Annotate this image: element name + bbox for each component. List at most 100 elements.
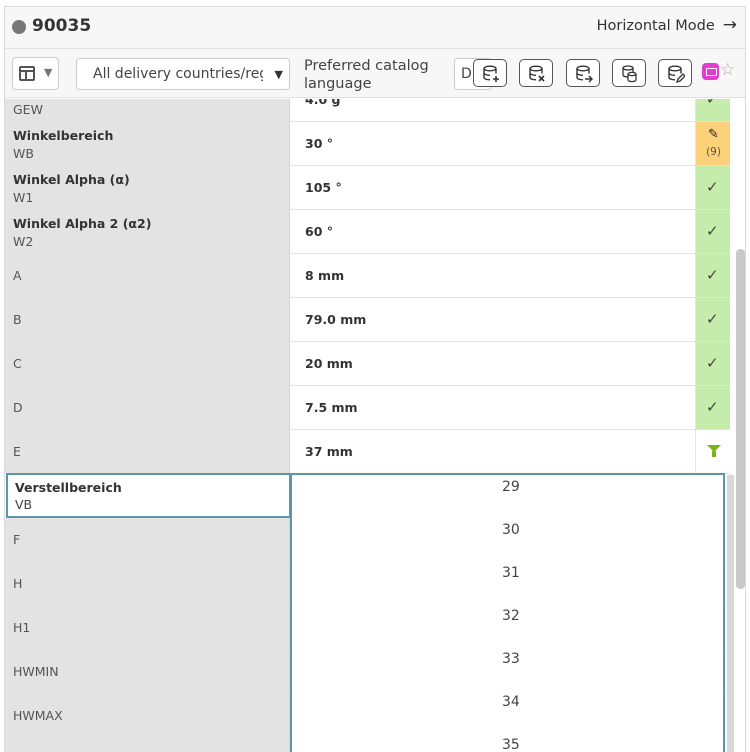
attribute-value: 30 °	[305, 136, 333, 151]
attribute-value-cell[interactable]: 60 °	[290, 210, 695, 253]
database-export-icon	[576, 65, 593, 83]
attribute-name-cell: F	[5, 518, 290, 561]
status-cell: ✓	[695, 210, 730, 253]
table-row[interactable]: Winkelbereich WB 30 ° ✎ (9)	[5, 122, 730, 166]
column-view-select[interactable]: ▼	[12, 57, 59, 90]
attribute-name-cell: HWMIN	[5, 650, 290, 693]
attribute-name-cell: E	[5, 430, 290, 473]
table-row[interactable]: A 8 mm ✓	[5, 254, 730, 298]
database-copy-button[interactable]	[612, 59, 646, 87]
dropdown-option[interactable]: 30	[292, 518, 723, 561]
attribute-value-cell[interactable]: 8 mm	[290, 254, 695, 297]
status-cell[interactable]: ✎ (9)	[695, 122, 730, 165]
attribute-name-cell: D	[5, 386, 290, 429]
attribute-value-cell[interactable]: 37 mm	[290, 430, 695, 473]
table-row[interactable]: D 7.5 mm ✓	[5, 386, 730, 430]
check-icon: ✓	[706, 354, 719, 372]
dropdown-option[interactable]: 34	[292, 690, 723, 733]
option-label: 30	[502, 522, 520, 538]
attribute-value: 4.0 g	[305, 99, 341, 107]
dropdown-option[interactable]: 29	[292, 475, 723, 518]
table-row[interactable]: C 20 mm ✓	[5, 342, 730, 386]
database-remove-button[interactable]	[519, 59, 553, 87]
attribute-name-cell: HWMAX	[5, 694, 290, 737]
database-edit-button[interactable]	[658, 59, 692, 87]
selected-attribute-cell[interactable]: Verstellbereich VB	[6, 473, 291, 518]
dropdown-scrollbar[interactable]	[727, 475, 734, 752]
catalog-badge-icon[interactable]	[702, 63, 719, 80]
check-icon: ✓	[706, 99, 719, 108]
horizontal-mode-link[interactable]: Horizontal Mode →	[597, 17, 737, 34]
table-row[interactable]: Winkel Alpha 2 (α2) W2 60 ° ✓	[5, 210, 730, 254]
star-icon[interactable]: ☆	[720, 60, 735, 80]
attribute-value-cell[interactable]: 4.0 g	[290, 99, 695, 121]
table-row[interactable]: GEW 4.0 g ✓	[5, 99, 730, 122]
value-dropdown-list[interactable]: 29 30 31 32 33 34 35	[290, 473, 725, 752]
database-add-button[interactable]	[473, 59, 507, 87]
status-cell: ✓	[695, 298, 730, 341]
attribute-name: Winkel Alpha 2 (α2)	[13, 216, 152, 231]
attribute-value-cell[interactable]: 7.5 mm	[290, 386, 695, 429]
attribute-name: Winkelbereich	[13, 128, 114, 143]
attribute-value-cell[interactable]: 20 mm	[290, 342, 695, 385]
attribute-code: WB	[13, 146, 34, 161]
table-row[interactable]: B 79.0 mm ✓	[5, 298, 730, 342]
status-cell: ✓	[695, 166, 730, 209]
attribute-code: F	[13, 532, 21, 547]
attribute-value: 8 mm	[305, 268, 345, 283]
attribute-name-cell: B	[5, 298, 290, 341]
status-cell[interactable]	[695, 430, 730, 473]
attribute-value: 20 mm	[305, 356, 353, 371]
delivery-country-select[interactable]: All delivery countries/regi ▼	[76, 58, 290, 90]
attribute-value: 79.0 mm	[305, 312, 367, 327]
status-dot-icon	[12, 20, 26, 34]
attribute-value-cell[interactable]: 79.0 mm	[290, 298, 695, 341]
dropdown-option[interactable]: 35	[292, 733, 723, 752]
database-export-button[interactable]	[566, 59, 600, 87]
database-remove-icon	[529, 65, 545, 82]
status-cell: ✓	[695, 342, 730, 385]
attribute-value-cell[interactable]: 105 °	[290, 166, 695, 209]
attribute-name-cell: GEW	[5, 99, 290, 121]
funnel-icon	[707, 445, 721, 457]
attribute-code: E	[13, 444, 21, 459]
attribute-value-cell[interactable]: 30 °	[290, 122, 695, 165]
attribute-value: 37 mm	[305, 444, 353, 459]
table-row[interactable]: E 37 mm	[5, 430, 730, 474]
article-id: 90035	[32, 16, 92, 36]
toolbar: ▼ All delivery countries/regi ▼ Preferre…	[5, 49, 745, 98]
check-icon: ✓	[706, 222, 719, 240]
check-icon: ✓	[706, 178, 719, 196]
attribute-code: H1	[13, 620, 31, 635]
selected-attribute-code: VB	[15, 497, 33, 512]
attribute-code: H	[13, 576, 23, 591]
table-layout-icon	[19, 66, 35, 81]
arrow-right-icon: →	[722, 15, 737, 35]
dropdown-option[interactable]: 31	[292, 561, 723, 604]
status-cell: ✓	[695, 254, 730, 297]
attribute-code: B	[13, 312, 22, 327]
status-cell: ✓	[695, 386, 730, 429]
check-icon: ✓	[706, 310, 719, 328]
attribute-code: C	[13, 356, 22, 371]
attribute-name-cell: Winkelbereich WB	[5, 122, 290, 165]
attribute-value: 7.5 mm	[305, 400, 358, 415]
edit-count: (9)	[706, 146, 721, 158]
option-label: 33	[502, 651, 520, 667]
status-cell: ✓	[695, 99, 730, 121]
option-label: 29	[502, 479, 520, 495]
attribute-code: W2	[13, 234, 34, 249]
horizontal-mode-label: Horizontal Mode	[596, 17, 715, 34]
table-scrollbar[interactable]	[736, 249, 745, 589]
option-label: 32	[502, 608, 520, 624]
dropdown-option[interactable]: 32	[292, 604, 723, 647]
table-row[interactable]: Winkel Alpha (α) W1 105 ° ✓	[5, 166, 730, 210]
attribute-code: A	[13, 268, 22, 283]
check-icon: ✓	[706, 266, 719, 284]
database-copy-icon	[622, 65, 637, 83]
attribute-value: 60 °	[305, 224, 333, 239]
attribute-name-cell: H	[5, 562, 290, 605]
check-icon: ✓	[706, 398, 719, 416]
attribute-name-cell: Winkel Alpha (α) W1	[5, 166, 290, 209]
dropdown-option[interactable]: 33	[292, 647, 723, 690]
